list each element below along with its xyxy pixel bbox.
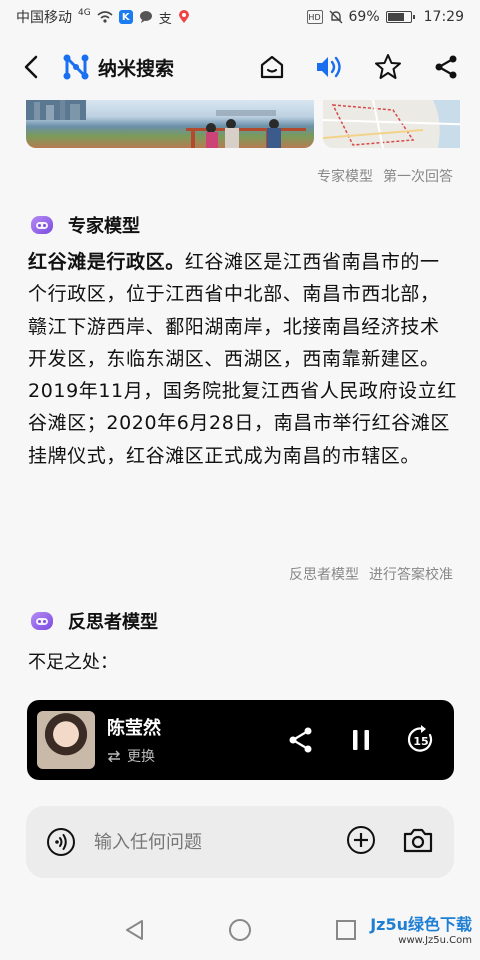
section-title: 专家模型 [68,216,140,237]
home-icon [260,55,284,79]
nav-recents-button[interactable] [332,916,360,944]
app-title: 纳米搜索 [98,57,175,80]
watermark-brand: Jz5u绿色下载 [370,915,472,934]
expert-section-header: 专家模型 [28,212,140,238]
message-icon [139,11,152,23]
query-input-bar [26,806,454,878]
reflect-section-header: 反思者模型 [28,608,158,634]
watermark-url: www.Jz5u.Com [398,935,472,946]
watermark: Jz5u绿色下载 www.Jz5u.Com [370,911,472,946]
circle-home-icon [229,919,251,941]
voice-avatar[interactable] [37,711,95,769]
audio-player: 陈莹然 更换 15 [27,700,454,780]
share-icon [435,55,457,79]
home-button[interactable] [254,49,290,85]
star-icon [375,54,401,79]
status-bar: 中国移动 4G K 支 HD 69% 17:29 [0,0,480,34]
query-input[interactable] [94,831,346,853]
location-icon [178,10,189,23]
share-icon [289,727,312,753]
shortfall-label: 不足之处： [28,652,118,673]
replay-button[interactable]: 15 [406,725,436,755]
carrier-label: 中国移动 [16,10,72,26]
city-photo[interactable] [26,100,314,148]
speaker-icon [317,56,341,78]
player-share-button[interactable] [286,725,316,755]
nav-home-button[interactable] [226,916,254,944]
answer-lead: 红谷滩是行政区。 [28,251,185,273]
switch-voice-button[interactable]: 更换 [107,746,161,766]
section-title: 反思者模型 [68,612,158,633]
alipay-icon: 支 [158,11,172,27]
robot-icon [31,216,53,234]
mute-bell-icon [329,10,343,24]
battery-percent: 69% [348,9,380,25]
voice-icon [47,828,75,856]
meta-model-label: 反思者模型 [289,567,359,583]
reflect-meta: 反思者模型 进行答案校准 [289,564,453,584]
voice-name: 陈莹然 [107,718,161,739]
share-button[interactable] [428,49,464,85]
expert-meta: 专家模型 第一次回答 [317,166,453,186]
meta-calibrate-label: 进行答案校准 [369,567,453,583]
meta-model-label: 专家模型 [317,169,373,185]
nano-logo-icon [63,54,89,80]
meta-round-label: 第一次回答 [383,169,453,185]
clock: 17:29 [423,9,464,25]
voice-input-button[interactable] [46,827,76,857]
speaker-button[interactable] [312,49,348,85]
replay-seconds: 15 [413,735,428,748]
camera-button[interactable] [402,826,434,858]
hd-icon: HD [306,10,323,24]
switch-label: 更换 [127,749,155,765]
camera-icon [403,828,433,853]
k-app-icon: K [118,10,133,24]
pause-button[interactable] [346,725,376,755]
app-header: 纳米搜索 [0,40,480,94]
swap-icon [108,750,120,762]
add-icon [347,826,375,854]
answer-text: 红谷滩是行政区。红谷滩区是江西省南昌市的一个行政区，位于江西省中北部、南昌市西北… [28,246,458,472]
back-button[interactable] [16,52,46,82]
battery-icon [385,11,415,23]
network-label: 4G [78,8,91,18]
nav-back-button[interactable] [120,916,148,944]
answer-body: 红谷滩区是江西省南昌市的一个行政区，位于江西省中北部、南昌市西北部，赣江下游西岸… [28,251,457,467]
add-button[interactable] [346,825,376,859]
favorite-button[interactable] [370,49,406,85]
square-recents-icon [336,920,356,940]
triangle-back-icon [126,920,143,940]
wifi-icon [97,11,113,23]
pause-icon [353,730,369,750]
replay-15-icon: 15 [407,725,433,752]
robot-icon [31,612,53,630]
map-thumbnail[interactable] [323,100,460,148]
back-icon [24,55,38,79]
result-images [26,100,460,150]
